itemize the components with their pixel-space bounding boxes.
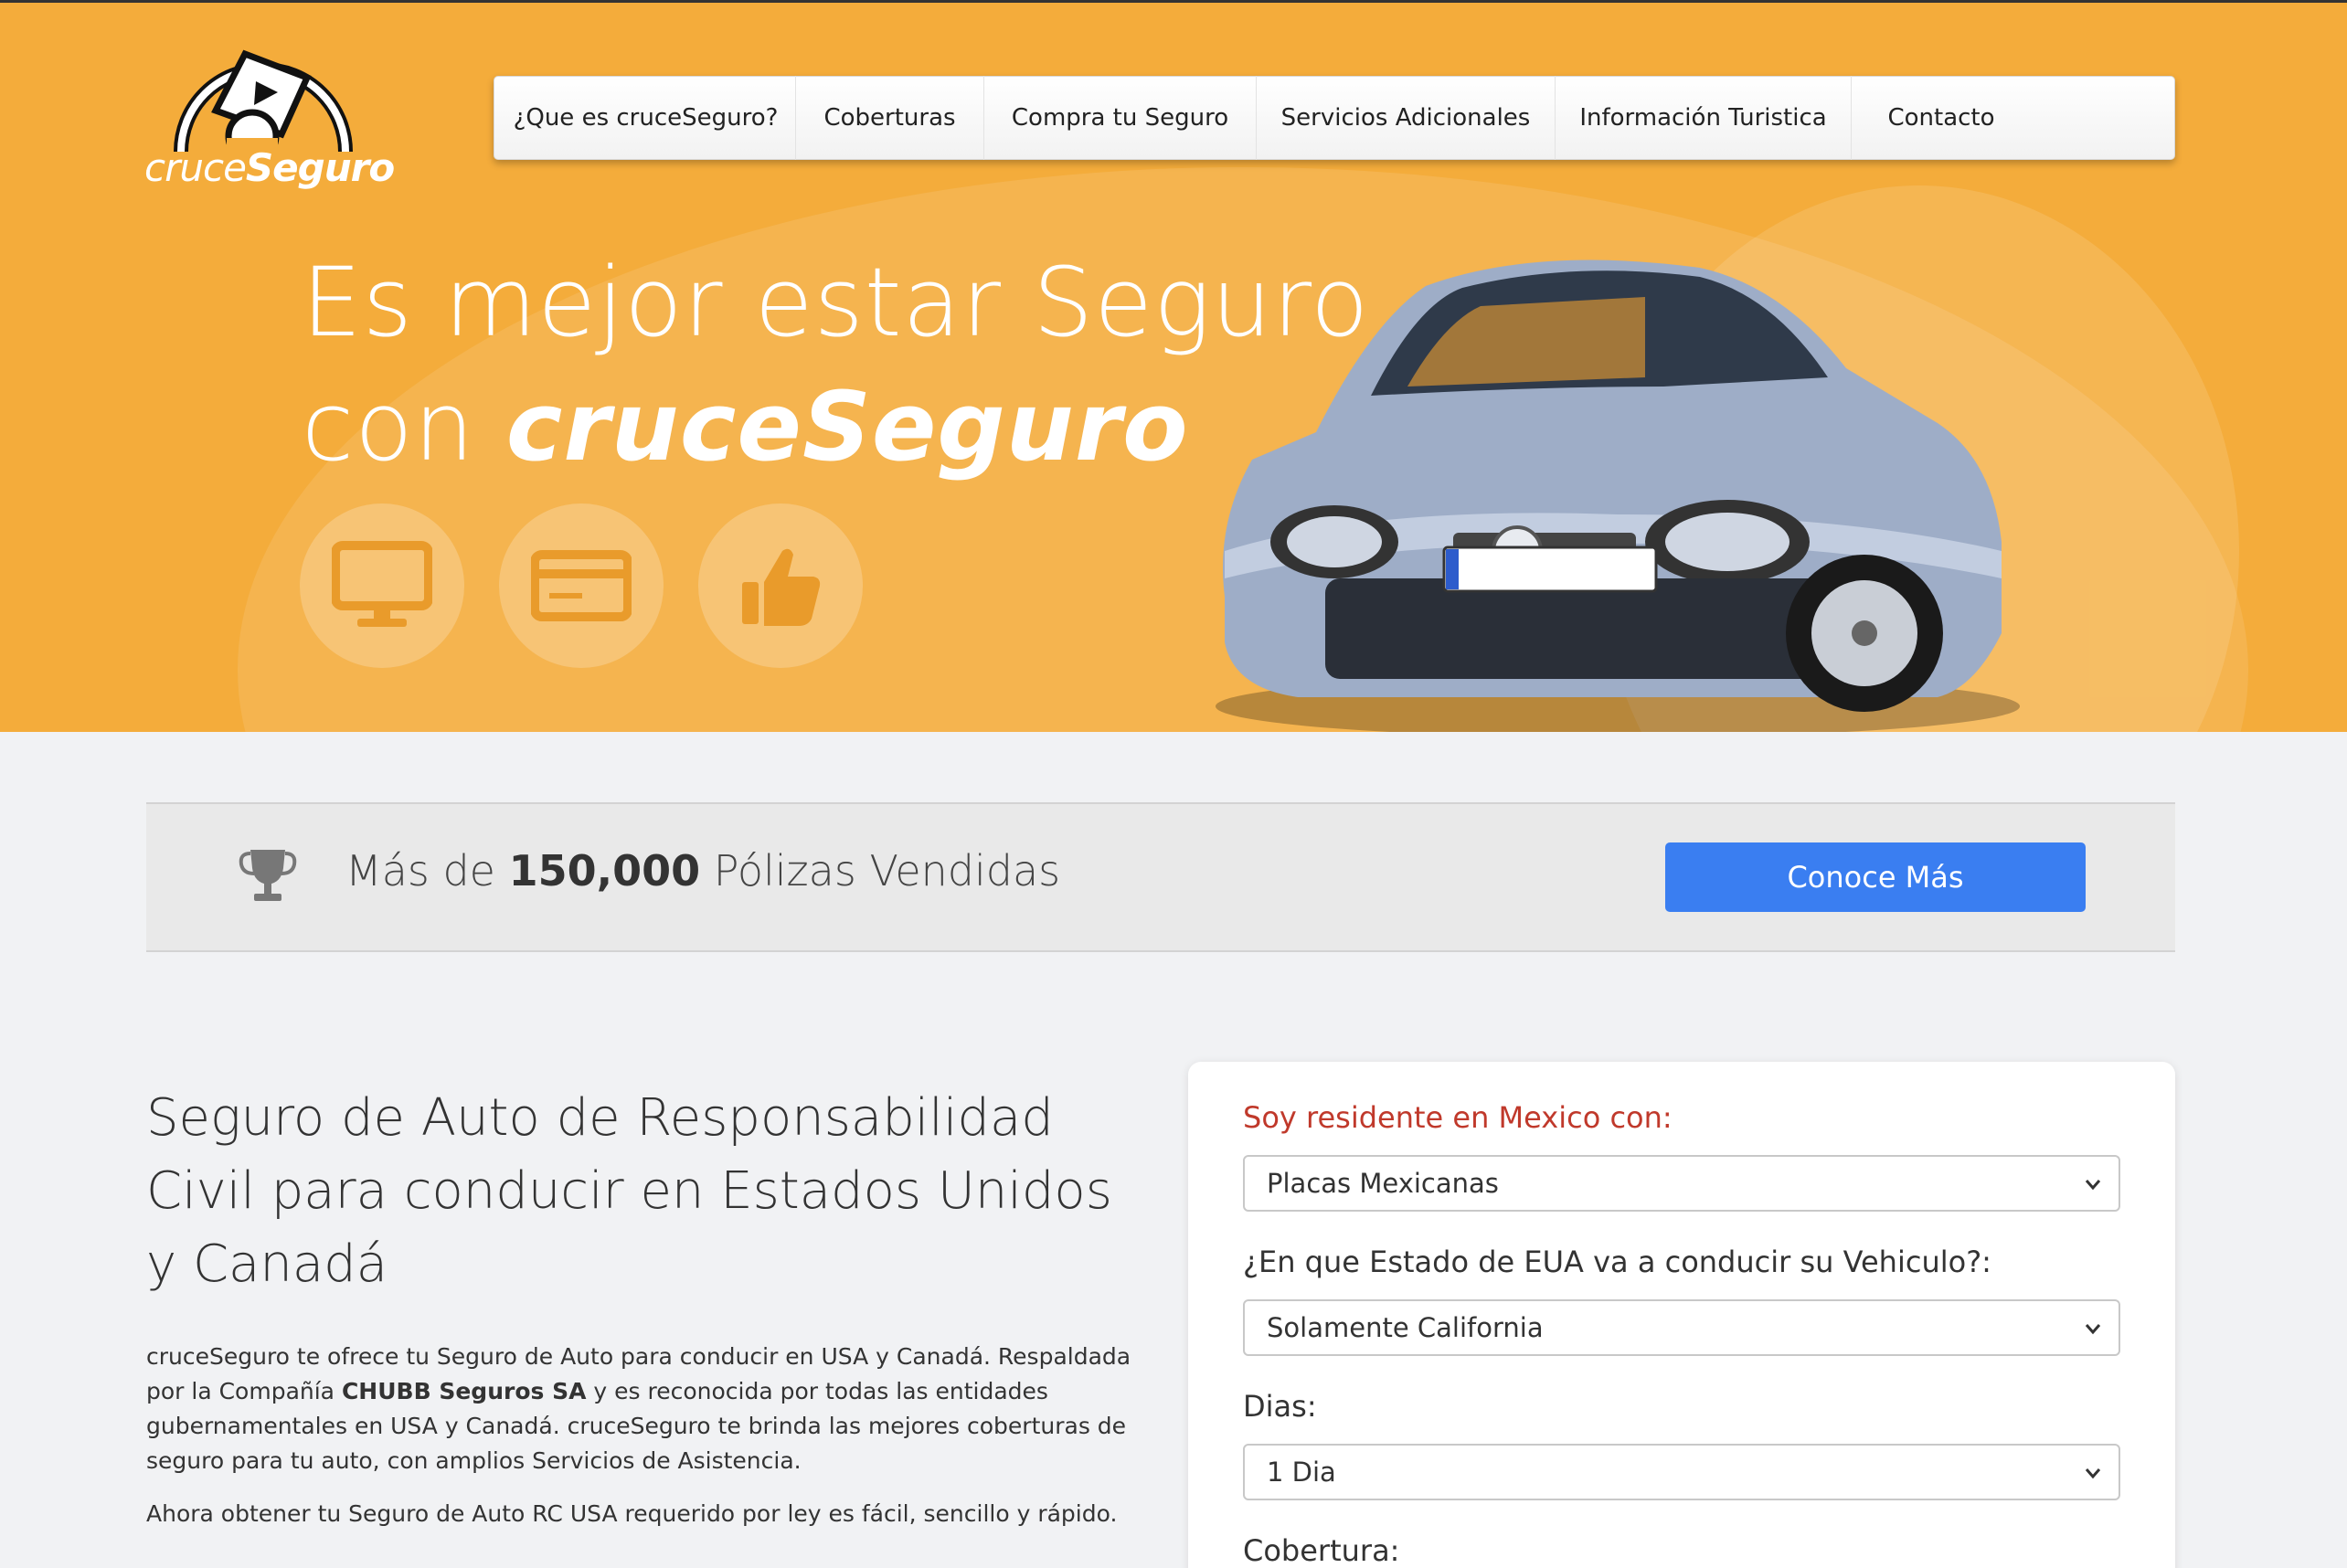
residence-select[interactable]: Placas Mexicanas bbox=[1243, 1155, 2120, 1212]
nav-item-compra[interactable]: Compra tu Seguro bbox=[984, 76, 1257, 160]
stats-count: 150,000 bbox=[508, 846, 701, 895]
residence-select-value: Placas Mexicanas bbox=[1267, 1168, 1499, 1199]
residence-label: Soy residente en Mexico con: bbox=[1243, 1100, 1673, 1135]
quote-form-card: Soy residente en Mexico con: Placas Mexi… bbox=[1188, 1062, 2175, 1568]
logo-wordmark: cruceSeguro bbox=[144, 145, 395, 190]
nav-item-servicios[interactable]: Servicios Adicionales bbox=[1257, 76, 1556, 160]
hero-banner: cruceSeguro ¿Que es cruceSeguro? Cobertu… bbox=[0, 3, 2347, 732]
conoce-mas-button[interactable]: Conoce Más bbox=[1665, 842, 2086, 912]
state-select[interactable]: Solamente California bbox=[1243, 1299, 2120, 1356]
logo-word-bold: Seguro bbox=[245, 145, 395, 190]
intro-paragraph: cruceSeguro te ofrece tu Seguro de Auto … bbox=[146, 1340, 1133, 1478]
main-nav: ¿Que es cruceSeguro? Coberturas Compra t… bbox=[494, 76, 2175, 160]
nav-item-coberturas[interactable]: Coberturas bbox=[796, 76, 984, 160]
state-label: ¿En que Estado de EUA va a conducir su V… bbox=[1243, 1245, 1991, 1279]
stats-suffix: Pólizas Vendidas bbox=[700, 846, 1061, 895]
secondary-paragraph: Ahora obtener tu Seguro de Auto RC USA r… bbox=[146, 1500, 1118, 1527]
logo-word-light: cruce bbox=[144, 145, 247, 190]
nav-item-que-es[interactable]: ¿Que es cruceSeguro? bbox=[496, 76, 796, 160]
chevron-down-icon bbox=[2085, 1468, 2101, 1479]
feature-card bbox=[499, 503, 664, 668]
state-select-value: Solamente California bbox=[1267, 1312, 1544, 1343]
nav-item-informacion[interactable]: Información Turistica bbox=[1556, 76, 1852, 160]
monitor-icon bbox=[332, 541, 432, 627]
hero-line-2-prefix: con bbox=[302, 371, 506, 482]
page-title: Seguro de Auto de Responsabilidad Civil … bbox=[146, 1088, 1112, 1294]
chevron-down-icon bbox=[2085, 1324, 2101, 1335]
chevron-down-icon bbox=[2085, 1180, 2101, 1191]
stats-bar: Más de 150,000 Pólizas Vendidas Conoce M… bbox=[146, 802, 2175, 952]
days-select-value: 1 Dia bbox=[1267, 1457, 1336, 1488]
stats-text: Más de 150,000 Pólizas Vendidas bbox=[345, 846, 1060, 895]
car-image bbox=[1216, 260, 2020, 732]
feature-thumbs bbox=[698, 503, 863, 668]
nav-item-contacto[interactable]: Contacto bbox=[1852, 76, 2031, 160]
days-select[interactable]: 1 Dia bbox=[1243, 1444, 2120, 1500]
trophy-icon bbox=[239, 850, 297, 901]
stats-prefix: Más de bbox=[345, 846, 509, 895]
thumbs-up-icon bbox=[742, 548, 821, 626]
feature-monitor bbox=[300, 503, 464, 668]
hero-line-2-brand: cruceSeguro bbox=[505, 371, 1189, 482]
logo-mark-icon bbox=[174, 49, 353, 164]
coverage-label: Cobertura: bbox=[1243, 1533, 1400, 1568]
credit-card-icon bbox=[531, 550, 632, 621]
logo[interactable]: cruceSeguro bbox=[144, 37, 400, 202]
days-label: Dias: bbox=[1243, 1389, 1317, 1424]
intro-text-company: CHUBB Seguros SA bbox=[341, 1378, 587, 1404]
